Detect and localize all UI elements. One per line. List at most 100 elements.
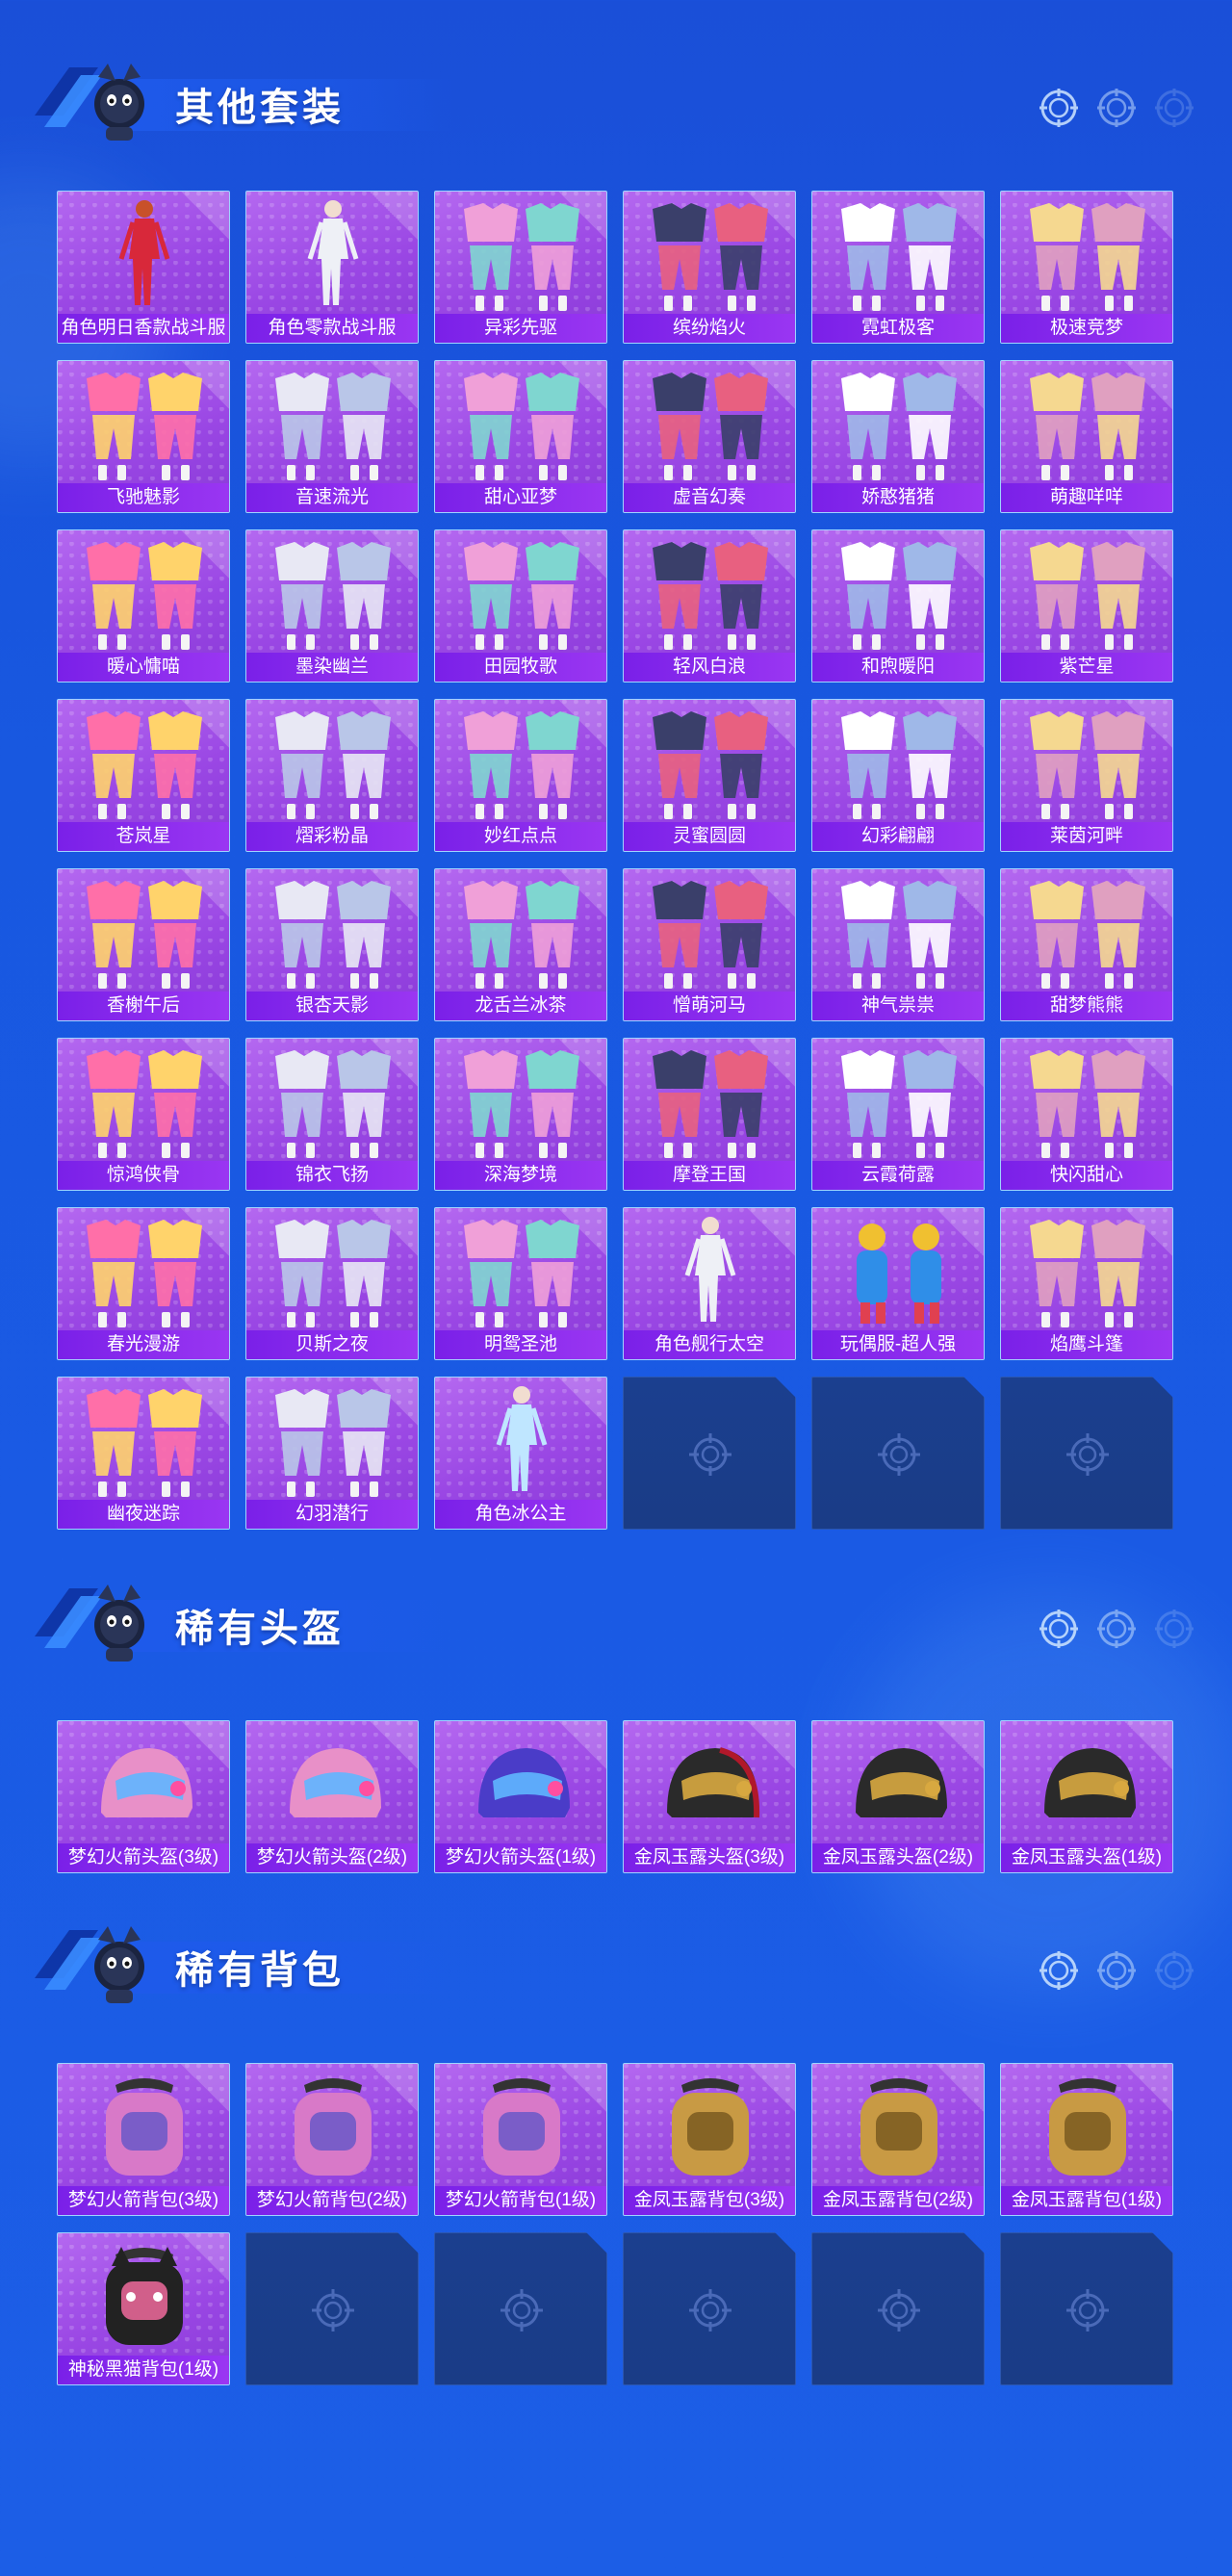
item-label: 莱茵河畔 bbox=[1001, 822, 1172, 851]
item-card[interactable]: 墨染幽兰 bbox=[245, 529, 419, 683]
section-header: 其他套装 bbox=[31, 58, 1201, 144]
item-card[interactable]: 梦幻火箭背包(2级) bbox=[245, 2063, 419, 2216]
item-card[interactable]: 音速流光 bbox=[245, 360, 419, 513]
item-card[interactable]: 玩偶服-超人强 bbox=[811, 1207, 985, 1360]
item-label: 轻风白浪 bbox=[624, 653, 795, 682]
item-card[interactable]: 云霞荷露 bbox=[811, 1038, 985, 1191]
item-card[interactable]: 幻羽潜行 bbox=[245, 1377, 419, 1530]
item-label: 梦幻火箭背包(1级) bbox=[435, 2186, 606, 2215]
crosshair-icon bbox=[1038, 1608, 1201, 1650]
item-card[interactable]: 甜心亚梦 bbox=[434, 360, 607, 513]
item-label: 音速流光 bbox=[246, 483, 418, 512]
item-card[interactable]: 金凤玉露头盔(3级) bbox=[623, 1720, 796, 1873]
item-card[interactable]: 金凤玉露头盔(1级) bbox=[1000, 1720, 1173, 1873]
item-card[interactable]: 极速竞梦 bbox=[1000, 191, 1173, 344]
empty-slot bbox=[1000, 2232, 1173, 2385]
item-label: 金凤玉露头盔(2级) bbox=[812, 1843, 984, 1872]
item-label: 玩偶服-超人强 bbox=[812, 1330, 984, 1359]
item-card[interactable]: 惊鸿侠骨 bbox=[57, 1038, 230, 1191]
item-card[interactable]: 金凤玉露背包(2级) bbox=[811, 2063, 985, 2216]
item-label: 角色明日香款战斗服 bbox=[58, 314, 229, 343]
item-card[interactable]: 神气祟祟 bbox=[811, 868, 985, 1021]
item-label: 灵蜜圆圆 bbox=[624, 822, 795, 851]
item-label: 梦幻火箭头盔(1级) bbox=[435, 1843, 606, 1872]
item-label: 锦衣飞扬 bbox=[246, 1161, 418, 1190]
item-card[interactable]: 焰鹰斗篷 bbox=[1000, 1207, 1173, 1360]
item-card[interactable]: 金凤玉露背包(3级) bbox=[623, 2063, 796, 2216]
item-card[interactable]: 贝斯之夜 bbox=[245, 1207, 419, 1360]
section-header: 稀有头盔 bbox=[31, 1579, 1201, 1665]
item-label: 梦幻火箭头盔(2级) bbox=[246, 1843, 418, 1872]
item-label: 金凤玉露头盔(1级) bbox=[1001, 1843, 1172, 1872]
item-label: 金凤玉露头盔(3级) bbox=[624, 1843, 795, 1872]
item-card[interactable]: 田园牧歌 bbox=[434, 529, 607, 683]
item-card[interactable]: 憎萌河马 bbox=[623, 868, 796, 1021]
item-card[interactable]: 熠彩粉晶 bbox=[245, 699, 419, 852]
item-label: 紫芒星 bbox=[1001, 653, 1172, 682]
item-card[interactable]: 金凤玉露头盔(2级) bbox=[811, 1720, 985, 1873]
item-card[interactable]: 幽夜迷踪 bbox=[57, 1377, 230, 1530]
item-card[interactable]: 暖心慵喵 bbox=[57, 529, 230, 683]
item-label: 暖心慵喵 bbox=[58, 653, 229, 682]
section-header: 稀有背包 bbox=[31, 1920, 1201, 2007]
item-card[interactable]: 妙红点点 bbox=[434, 699, 607, 852]
item-card[interactable]: 神秘黑猫背包(1级) bbox=[57, 2232, 230, 2385]
empty-slot bbox=[245, 2232, 419, 2385]
item-card[interactable]: 紫芒星 bbox=[1000, 529, 1173, 683]
section-title: 其他套装 bbox=[175, 87, 345, 129]
item-card[interactable]: 角色零款战斗服 bbox=[245, 191, 419, 344]
item-label: 贝斯之夜 bbox=[246, 1330, 418, 1359]
section-title: 稀有头盔 bbox=[175, 1608, 345, 1650]
item-card[interactable]: 梦幻火箭头盔(3级) bbox=[57, 1720, 230, 1873]
empty-slot bbox=[623, 2232, 796, 2385]
item-grid: 梦幻火箭背包(3级) 梦幻火箭背包(2级) 梦幻火箭背包(1级) 金凤玉露背包(… bbox=[57, 2063, 1174, 2402]
item-card[interactable]: 缤纷焰火 bbox=[623, 191, 796, 344]
item-card[interactable]: 和煦暖阳 bbox=[811, 529, 985, 683]
item-card[interactable]: 梦幻火箭背包(1级) bbox=[434, 2063, 607, 2216]
item-card[interactable]: 莱茵河畔 bbox=[1000, 699, 1173, 852]
item-card[interactable]: 灵蜜圆圆 bbox=[623, 699, 796, 852]
item-label: 熠彩粉晶 bbox=[246, 822, 418, 851]
item-card[interactable]: 萌趣咩咩 bbox=[1000, 360, 1173, 513]
item-card[interactable]: 春光漫游 bbox=[57, 1207, 230, 1360]
item-card[interactable]: 甜梦熊熊 bbox=[1000, 868, 1173, 1021]
item-label: 飞驰魅影 bbox=[58, 483, 229, 512]
item-card[interactable]: 娇憨猪猪 bbox=[811, 360, 985, 513]
item-card[interactable]: 异彩先驱 bbox=[434, 191, 607, 344]
item-label: 快闪甜心 bbox=[1001, 1161, 1172, 1190]
item-card[interactable]: 金凤玉露背包(1级) bbox=[1000, 2063, 1173, 2216]
item-label: 梦幻火箭背包(2级) bbox=[246, 2186, 418, 2215]
item-card[interactable]: 银杏天影 bbox=[245, 868, 419, 1021]
item-card[interactable]: 角色冰公主 bbox=[434, 1377, 607, 1530]
item-label: 霓虹极客 bbox=[812, 314, 984, 343]
item-card[interactable]: 飞驰魅影 bbox=[57, 360, 230, 513]
empty-slot bbox=[434, 2232, 607, 2385]
item-card[interactable]: 龙舌兰冰茶 bbox=[434, 868, 607, 1021]
item-label: 香榭午后 bbox=[58, 992, 229, 1020]
item-card[interactable]: 梦幻火箭背包(3级) bbox=[57, 2063, 230, 2216]
item-label: 妙红点点 bbox=[435, 822, 606, 851]
item-card[interactable]: 霓虹极客 bbox=[811, 191, 985, 344]
item-label: 田园牧歌 bbox=[435, 653, 606, 682]
item-label: 角色舰行太空 bbox=[624, 1330, 795, 1359]
item-card[interactable]: 深海梦境 bbox=[434, 1038, 607, 1191]
item-card[interactable]: 明鸳圣池 bbox=[434, 1207, 607, 1360]
item-card[interactable]: 快闪甜心 bbox=[1000, 1038, 1173, 1191]
item-card[interactable]: 梦幻火箭头盔(2级) bbox=[245, 1720, 419, 1873]
item-card[interactable]: 苍岚星 bbox=[57, 699, 230, 852]
item-card[interactable]: 角色明日香款战斗服 bbox=[57, 191, 230, 344]
item-card[interactable]: 幻彩翩翩 bbox=[811, 699, 985, 852]
item-card[interactable]: 虚音幻奏 bbox=[623, 360, 796, 513]
item-label: 惊鸿侠骨 bbox=[58, 1161, 229, 1190]
item-card[interactable]: 锦衣飞扬 bbox=[245, 1038, 419, 1191]
item-card[interactable]: 角色舰行太空 bbox=[623, 1207, 796, 1360]
item-card[interactable]: 摩登王国 bbox=[623, 1038, 796, 1191]
item-label: 梦幻火箭头盔(3级) bbox=[58, 1843, 229, 1872]
empty-slot bbox=[623, 1377, 796, 1530]
item-label: 神秘黑猫背包(1级) bbox=[58, 2356, 229, 2384]
crosshair-icon bbox=[1038, 1949, 1201, 1992]
item-card[interactable]: 香榭午后 bbox=[57, 868, 230, 1021]
item-card[interactable]: 梦幻火箭头盔(1级) bbox=[434, 1720, 607, 1873]
item-card[interactable]: 轻风白浪 bbox=[623, 529, 796, 683]
item-label: 焰鹰斗篷 bbox=[1001, 1330, 1172, 1359]
